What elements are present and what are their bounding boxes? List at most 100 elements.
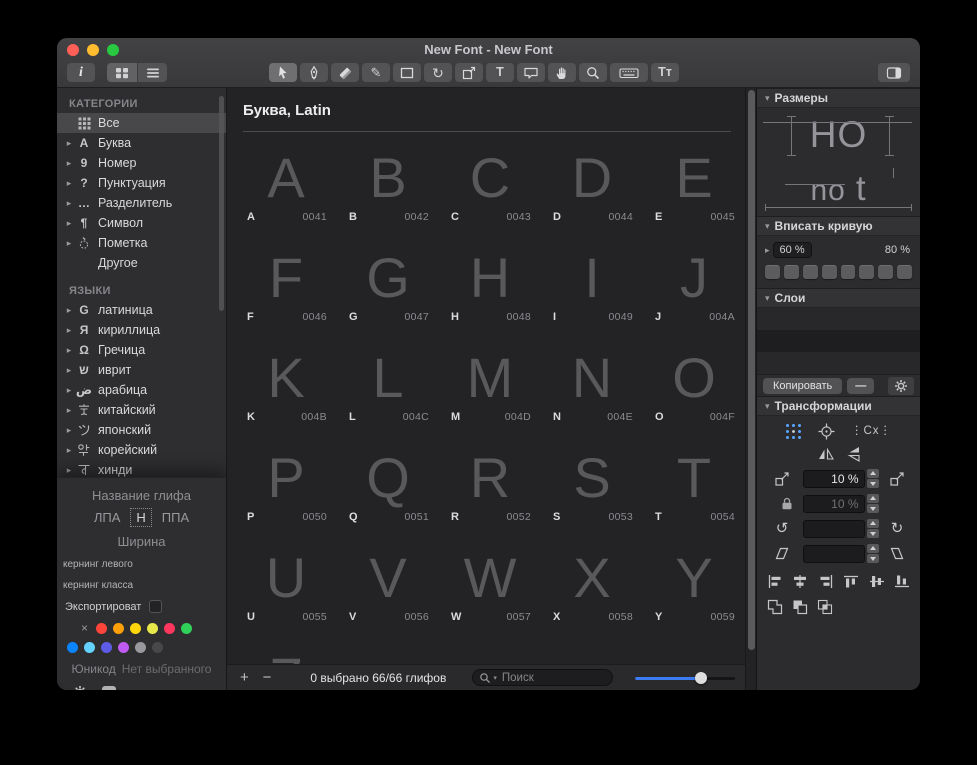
ref-origin-icon[interactable] [818, 423, 835, 440]
align-bottom-icon[interactable] [894, 574, 910, 589]
glyph-cell-C[interactable]: CC0043 [439, 132, 541, 232]
scale-horizontal-field[interactable]: 10 % [803, 470, 865, 488]
disclosure-triangle-icon[interactable]: ▸ [63, 365, 75, 376]
kerning-class-field[interactable]: кернинг класса [63, 580, 226, 591]
sidebar-category-letter[interactable]: ▸AБуква [57, 133, 226, 153]
select-tool-button[interactable] [269, 63, 297, 82]
color-label-dot[interactable] [164, 623, 175, 634]
main-scrollbar-thumb[interactable] [748, 90, 755, 650]
grid-view-button[interactable] [107, 63, 137, 82]
transformations-section-header[interactable]: ▾ Трансформации [757, 396, 920, 416]
disclosure-triangle-icon[interactable]: ▸ [63, 345, 75, 356]
layers-list[interactable] [757, 308, 920, 374]
glyph-cell-A[interactable]: AA0041 [235, 132, 337, 232]
add-glyph-button[interactable]: + [237, 669, 252, 686]
disclosure-triangle-icon[interactable]: ▸ [63, 238, 75, 249]
scale-vertical-stepper[interactable] [867, 494, 879, 513]
color-label-dot[interactable] [181, 623, 192, 634]
zoom-tool-button[interactable] [579, 63, 607, 82]
disclosure-triangle-icon[interactable]: ▸ [63, 445, 75, 456]
glyph-cell-N[interactable]: NN004E [541, 332, 643, 432]
glyph-cell-R[interactable]: RR0052 [439, 432, 541, 532]
lock-proportions-icon[interactable] [781, 497, 793, 510]
scale-icon[interactable] [774, 470, 791, 487]
erase-tool-button[interactable] [331, 63, 359, 82]
remove-glyph-button[interactable]: − [260, 669, 275, 686]
color-label-dot[interactable] [101, 642, 112, 653]
glyph-cell-O[interactable]: OO004F [643, 332, 745, 432]
mirror-v-icon[interactable] [847, 445, 861, 463]
rotate-tool-button[interactable]: ↻ [424, 63, 452, 82]
sidebar-language-greek[interactable]: ▸ΩГречица [57, 340, 226, 360]
fit-curve-step-8[interactable] [897, 265, 912, 279]
transform-tool-button[interactable] [455, 63, 483, 82]
disclosure-triangle-icon[interactable]: ▸ [63, 198, 75, 209]
glyph-cell-I[interactable]: II0049 [541, 232, 643, 332]
glyph-cell-Y[interactable]: YY0059 [643, 532, 745, 632]
panel-toggle-button[interactable] [878, 63, 910, 82]
glyph-cell-Z[interactable]: ZZ005A [235, 632, 337, 664]
disclosure-triangle-icon[interactable]: ▸ [63, 325, 75, 336]
filter-menu-icon[interactable] [101, 685, 117, 690]
pencil-tool-button[interactable]: ✎ [362, 63, 390, 82]
bool-subtract-icon[interactable] [792, 599, 809, 615]
disclosure-triangle-icon[interactable]: ▸ [63, 138, 75, 149]
color-label-dot[interactable] [135, 642, 146, 653]
sidebar-category-number[interactable]: ▸9Номер [57, 153, 226, 173]
color-label-dot[interactable] [130, 623, 141, 634]
glyph-cell-F[interactable]: FF0046 [235, 232, 337, 332]
disclosure-triangle-icon[interactable]: ▸ [63, 385, 75, 396]
color-label-dot[interactable] [113, 623, 124, 634]
align-center-h-icon[interactable] [792, 574, 808, 589]
text-tool-button[interactable]: T [486, 63, 514, 82]
disclosure-triangle-icon[interactable]: ▸ [63, 158, 75, 169]
glyph-cell-J[interactable]: JJ004A [643, 232, 745, 332]
color-label-dot[interactable] [96, 623, 107, 634]
glyph-cell-X[interactable]: XX0058 [541, 532, 643, 632]
glyph-cell-V[interactable]: VV0056 [337, 532, 439, 632]
fit-curve-section-header[interactable]: ▾ Вписать кривую [757, 216, 920, 236]
slant-stepper[interactable] [867, 544, 879, 563]
glyph-cell-W[interactable]: WW0057 [439, 532, 541, 632]
glyph-cell-H[interactable]: HH0048 [439, 232, 541, 332]
ref-metrics-icon[interactable]: ⋮Cx⋮ [851, 426, 892, 438]
fit-curve-step-2[interactable] [784, 265, 799, 279]
align-right-icon[interactable] [818, 574, 834, 589]
sidebar-language-chinese[interactable]: ▸китайский [57, 400, 226, 420]
align-top-icon[interactable] [843, 574, 859, 589]
list-view-button[interactable] [137, 63, 167, 82]
draw-tool-button[interactable] [300, 63, 328, 82]
sidebar-language-hindi[interactable]: ▸хинди [57, 460, 226, 477]
glyph-cell-P[interactable]: PP0050 [235, 432, 337, 532]
zoom-slider-knob[interactable] [695, 672, 707, 684]
fit-curve-step-7[interactable] [878, 265, 893, 279]
sidebar-category-punctuation[interactable]: ▸?Пунктуация [57, 173, 226, 193]
left-sidebearing-field[interactable]: ЛПА [94, 510, 121, 525]
rotate-cw-icon[interactable]: ↻ [891, 521, 904, 536]
fullscreen-button[interactable] [107, 44, 119, 56]
width-field[interactable]: Ширина [57, 534, 226, 549]
sidebar-category-mark[interactable]: ▸Пометка [57, 233, 226, 253]
sidebar-language-arabic[interactable]: ▸ضарабица [57, 380, 226, 400]
sidebar-language-hebrew[interactable]: ▸שиврит [57, 360, 226, 380]
color-label-dot[interactable] [118, 642, 129, 653]
primitives-tool-button[interactable] [393, 63, 421, 82]
settings-gear-icon[interactable] [73, 685, 87, 690]
glyph-name-field[interactable]: Название глифа [57, 488, 226, 503]
ref-bounds-icon[interactable] [785, 423, 802, 440]
search-input[interactable]: ▾ Поиск [472, 669, 613, 686]
disclosure-triangle-icon[interactable]: ▸ [63, 405, 75, 416]
glyph-cell-T[interactable]: TT0054 [643, 432, 745, 532]
color-label-none[interactable]: × [79, 623, 90, 634]
color-label-dot[interactable] [152, 642, 163, 653]
sidebar-language-korean[interactable]: ▸корейский [57, 440, 226, 460]
sidebar-scrollbar[interactable] [219, 96, 224, 311]
sidebar-category-other[interactable]: Другое [57, 253, 226, 273]
glyph-cell-D[interactable]: DD0044 [541, 132, 643, 232]
layer-row[interactable] [757, 352, 920, 374]
sidebar-category-all[interactable]: Все [57, 113, 226, 133]
glyph-cell-Q[interactable]: QQ0051 [337, 432, 439, 532]
slant-field[interactable] [803, 545, 865, 563]
mirror-h-icon[interactable] [817, 447, 835, 461]
align-left-icon[interactable] [767, 574, 783, 589]
